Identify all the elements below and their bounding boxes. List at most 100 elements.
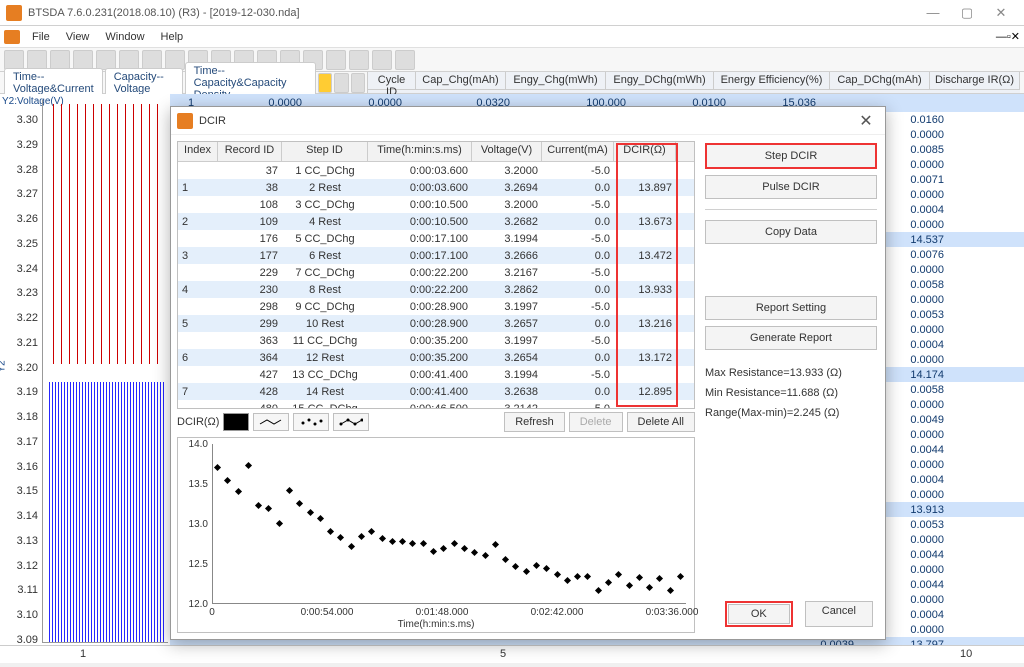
th-index[interactable]: Index — [178, 142, 218, 161]
close-button[interactable]: ✕ — [984, 5, 1018, 21]
th-record-id[interactable]: Record ID — [218, 142, 282, 161]
dcir-table: Index Record ID Step ID Time(h:min:s.ms)… — [177, 141, 695, 409]
data-point — [286, 487, 293, 494]
toolbar-button[interactable] — [372, 50, 392, 70]
minimize-button[interactable]: — — [916, 5, 950, 20]
toolbar-button[interactable] — [27, 50, 47, 70]
table-row[interactable]: 21094 Rest0:00:10.5003.26820.013.673 — [178, 213, 694, 230]
line-style-btn[interactable] — [253, 413, 289, 431]
bottom-ruler[interactable]: 1 5 10 — [0, 645, 1024, 663]
col-engy-dchg[interactable]: Engy_DChg(mWh) — [606, 72, 714, 89]
copy-data-button[interactable]: Copy Data — [705, 220, 877, 244]
col-discharge-ir[interactable]: Discharge IR(Ω) — [930, 72, 1020, 89]
data-point — [409, 540, 416, 547]
menu-window[interactable]: Window — [97, 31, 152, 43]
th-dcir[interactable]: DCIR(Ω) — [614, 142, 676, 161]
nav-prev-icon[interactable] — [334, 73, 348, 93]
col-cycle-id[interactable]: Cycle ID — [368, 72, 416, 89]
toolbar-button[interactable] — [165, 50, 185, 70]
col-cap-chg[interactable]: Cap_Chg(mAh) — [416, 72, 506, 89]
col-cap-dchg[interactable]: Cap_DChg(mAh) — [830, 72, 930, 89]
data-point — [337, 534, 344, 541]
table-row[interactable]: 742814 Rest0:00:41.4003.26380.012.895 — [178, 383, 694, 400]
generate-report-button[interactable]: Generate Report — [705, 326, 877, 350]
mdi-minimize-button[interactable]: — — [996, 31, 1007, 43]
col-engy-chg[interactable]: Engy_Chg(mWh) — [506, 72, 606, 89]
color-swatch[interactable] — [223, 413, 249, 431]
toolbar-button[interactable] — [73, 50, 93, 70]
data-point — [605, 579, 612, 586]
toolbar-button[interactable] — [395, 50, 415, 70]
toolbar-button[interactable] — [96, 50, 116, 70]
toolbar-button[interactable] — [50, 50, 70, 70]
dialog-title: DCIR — [199, 115, 853, 127]
ok-button[interactable]: OK — [728, 604, 790, 624]
data-point — [379, 535, 386, 542]
table-row[interactable]: 1765 CC_DChg0:00:17.1003.1994-5.0 — [178, 230, 694, 247]
table-row[interactable]: 2297 CC_DChg0:00:22.2003.2167-5.0 — [178, 264, 694, 281]
dialog-titlebar[interactable]: DCIR ✕ — [171, 107, 885, 135]
toolbar-button[interactable] — [349, 50, 369, 70]
data-point — [368, 527, 375, 534]
data-point — [327, 527, 334, 534]
plot-x-label: Time(h:min:s.ms) — [398, 619, 475, 630]
data-point — [502, 556, 509, 563]
mdi-close-button[interactable]: ✕ — [1011, 30, 1020, 43]
menu-view[interactable]: View — [58, 31, 98, 43]
refresh-button[interactable]: Refresh — [504, 412, 565, 432]
step-dcir-button[interactable]: Step DCIR — [705, 143, 877, 169]
table-row[interactable]: 31776 Rest0:00:17.1003.26660.013.472 — [178, 247, 694, 264]
table-row[interactable]: 48015 CC_DChg0:00:46.5003.2142-5.0 — [178, 400, 694, 408]
dialog-close-icon[interactable]: ✕ — [853, 111, 879, 131]
table-row[interactable]: 636412 Rest0:00:35.2003.26540.013.172 — [178, 349, 694, 366]
table-row[interactable]: 36311 CC_DChg0:00:35.2003.1997-5.0 — [178, 332, 694, 349]
col-energy-eff[interactable]: Energy Efficiency(%) — [714, 72, 830, 89]
voltage-plot[interactable] — [42, 100, 168, 643]
scatter-style-btn[interactable] — [293, 413, 329, 431]
data-point — [626, 582, 633, 589]
th-time[interactable]: Time(h:min:s.ms) — [368, 142, 472, 161]
data-point — [420, 540, 427, 547]
line-scatter-style-btn[interactable] — [333, 413, 369, 431]
voltage-chart-panel: Y2:Voltage(V) Y2 3.303.293.283.273.263.2… — [0, 94, 170, 663]
report-setting-button[interactable]: Report Setting — [705, 296, 877, 320]
table-row[interactable]: 2989 CC_DChg0:00:28.9003.1997-5.0 — [178, 298, 694, 315]
tab-capacity-voltage[interactable]: Capacity--Voltage — [105, 68, 183, 97]
th-current[interactable]: Current(mA) — [542, 142, 614, 161]
data-point — [389, 538, 396, 545]
table-row[interactable]: 1083 CC_DChg0:00:10.5003.2000-5.0 — [178, 196, 694, 213]
menu-file[interactable]: File — [24, 31, 58, 43]
toolbar-button[interactable] — [326, 50, 346, 70]
toolbar-button[interactable] — [4, 50, 24, 70]
data-point — [265, 505, 272, 512]
table-row[interactable]: 371 CC_DChg0:00:03.6003.2000-5.0 — [178, 162, 694, 179]
data-point — [307, 508, 314, 515]
data-point — [255, 502, 262, 509]
table-row[interactable]: 42713 CC_DChg0:00:41.4003.1994-5.0 — [178, 366, 694, 383]
nav-next-icon[interactable] — [351, 73, 365, 93]
data-point — [656, 574, 663, 581]
data-point — [677, 573, 684, 580]
cancel-button[interactable]: Cancel — [805, 601, 873, 627]
data-point — [564, 577, 571, 584]
data-point — [276, 520, 283, 527]
window-titlebar: BTSDA 7.6.0.231(2018.08.10) (R3) - [2019… — [0, 0, 1024, 26]
th-voltage[interactable]: Voltage(V) — [472, 142, 542, 161]
toolbar-button[interactable] — [142, 50, 162, 70]
table-row[interactable]: 1382 Rest0:00:03.6003.26940.013.897 — [178, 179, 694, 196]
toolbar-button[interactable] — [119, 50, 139, 70]
window-title: BTSDA 7.6.0.231(2018.08.10) (R3) - [2019… — [28, 7, 916, 19]
maximize-button[interactable]: ▢ — [950, 5, 984, 21]
pulse-dcir-button[interactable]: Pulse DCIR — [705, 175, 877, 199]
menu-help[interactable]: Help — [153, 31, 192, 43]
data-point — [235, 488, 242, 495]
table-row[interactable]: 42308 Rest0:00:22.2003.28620.013.933 — [178, 281, 694, 298]
table-row[interactable]: 529910 Rest0:00:28.9003.26570.013.216 — [178, 315, 694, 332]
delete-all-button[interactable]: Delete All — [627, 412, 695, 432]
data-point — [296, 500, 303, 507]
delete-button[interactable]: Delete — [569, 412, 623, 432]
th-step-id[interactable]: Step ID — [282, 142, 368, 161]
tab-time-vc[interactable]: Time--Voltage&Current — [4, 68, 103, 97]
star-icon[interactable] — [318, 73, 332, 93]
dcir-scatter-plot[interactable]: Time(h:min:s.ms) 14.013.513.012.512.000:… — [177, 437, 695, 633]
